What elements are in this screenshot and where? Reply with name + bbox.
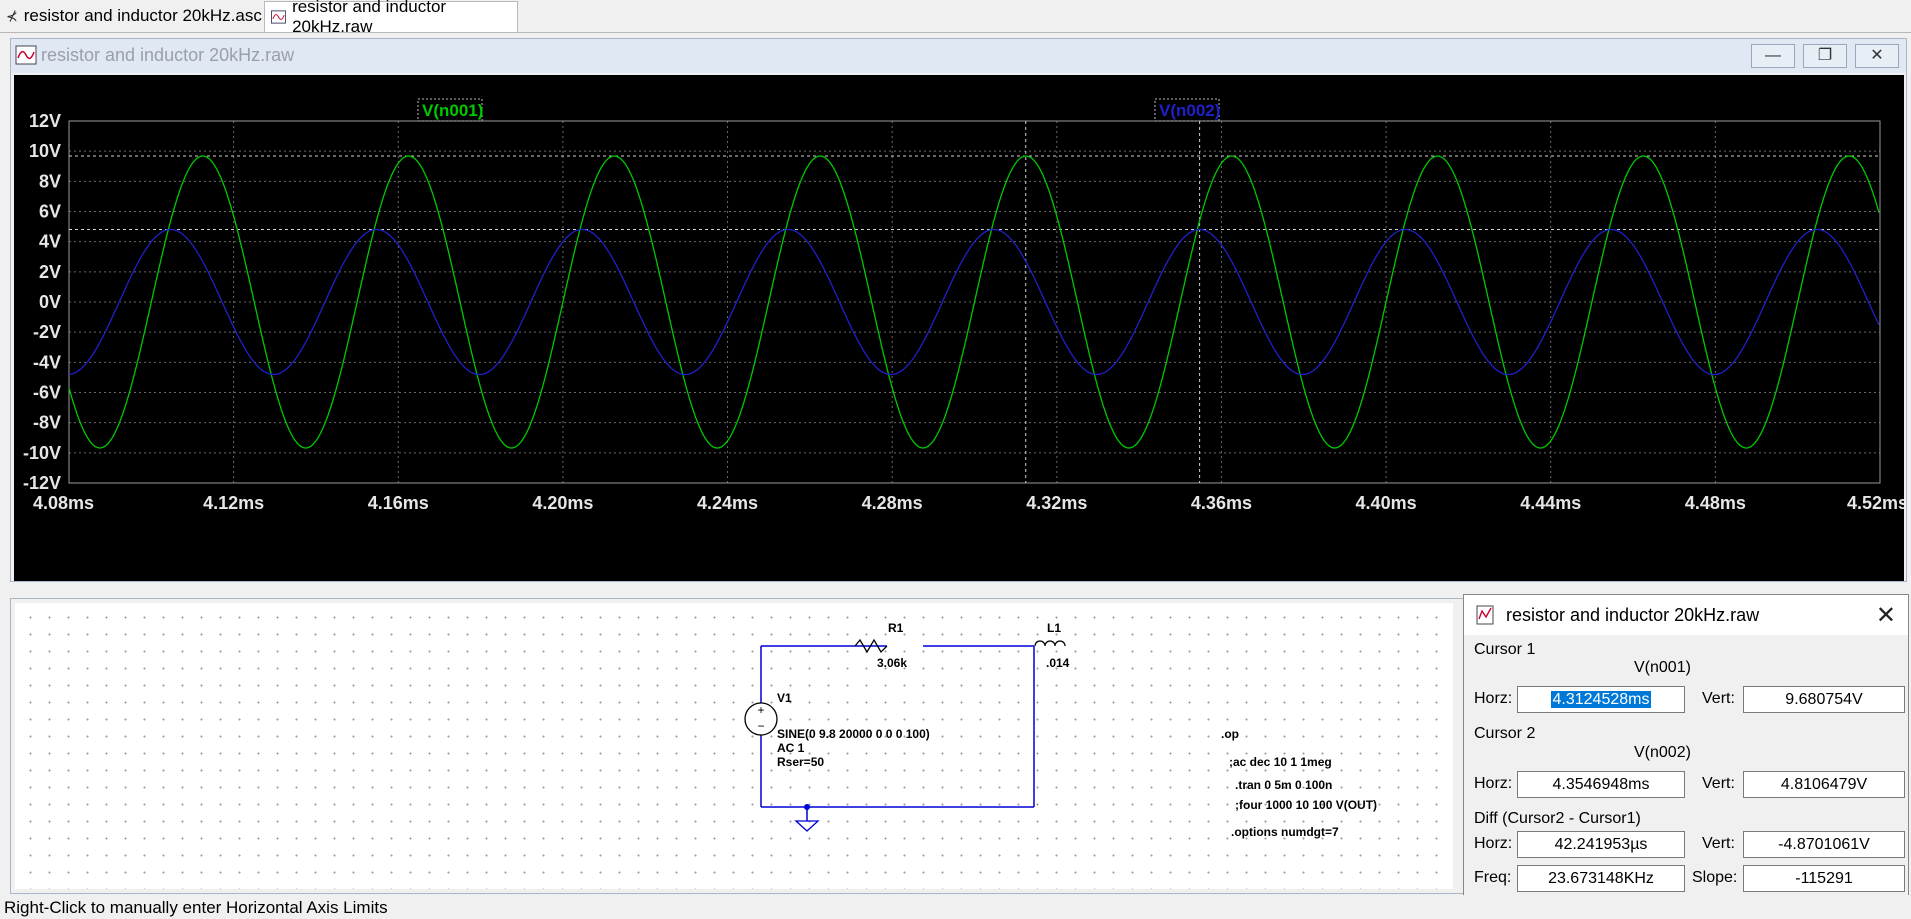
diff-freq-label: Freq: <box>1474 869 1512 886</box>
close-icon[interactable]: ✕ <box>1876 601 1896 630</box>
cursor2-trace: V(n002) <box>1634 744 1691 761</box>
svg-text:−: − <box>757 719 764 733</box>
x-tick-label: 4.24ms <box>697 493 758 513</box>
cursor-dialog-titlebar: resistor and inductor 20kHz.raw ✕ <box>1464 595 1908 635</box>
y-tick-label: -8V <box>33 413 61 433</box>
x-tick-label: 4.28ms <box>862 493 923 513</box>
y-tick-label: 4V <box>39 232 61 252</box>
legend-label-2: V(n002) <box>1159 101 1220 120</box>
cursor-dialog: resistor and inductor 20kHz.raw ✕ Cursor… <box>1463 594 1909 902</box>
cursor1-horz-field[interactable]: 4.3124528ms <box>1517 686 1685 713</box>
ground-symbol <box>794 820 820 832</box>
x-tick-label: 4.08ms <box>33 493 94 513</box>
waveform-window-icon <box>15 45 37 65</box>
cursor2-vert-label: Vert: <box>1702 775 1735 792</box>
directive-tran: .tran 0 5m 0 100n <box>1235 778 1333 792</box>
directive-ac: ;ac dec 10 1 1meg <box>1229 755 1332 769</box>
diff-header: Diff (Cursor2 - Cursor1) <box>1474 810 1641 827</box>
r1-value: 3.06k <box>877 656 908 670</box>
svg-text:+: + <box>757 703 764 717</box>
tab-schematic-label: resistor and inductor 20kHz.asc <box>23 6 262 25</box>
cursor1-header: Cursor 1 <box>1474 641 1536 658</box>
waveform-icon <box>271 10 287 24</box>
tab-waveform[interactable]: resistor and inductor 20kHz.raw <box>264 0 518 36</box>
voltage-source-symbol: + − <box>744 702 778 736</box>
tab-schematic[interactable]: ⊀ resistor and inductor 20kHz.asc <box>0 1 262 31</box>
y-tick-label: -2V <box>33 322 61 342</box>
close-button[interactable]: ✕ <box>1855 44 1899 68</box>
document-tab-bar: ⊀ resistor and inductor 20kHz.asc resist… <box>0 0 1911 36</box>
cursor1-horz-label: Horz: <box>1474 690 1513 707</box>
schematic-wires: + − <box>744 638 1066 832</box>
status-text: Right-Click to manually enter Horizontal… <box>4 898 388 917</box>
v1-rser: Rser=50 <box>777 755 825 769</box>
cursor2-vert-field[interactable]: 4.8106479V <box>1743 771 1905 798</box>
inductor-symbol <box>1034 640 1066 647</box>
schematic-icon: ⊀ <box>6 7 18 24</box>
diff-horz-label: Horz: <box>1474 835 1513 852</box>
status-bar: Right-Click to manually enter Horizontal… <box>0 895 1911 919</box>
x-tick-label: 4.16ms <box>368 493 429 513</box>
x-tick-label: 4.44ms <box>1520 493 1581 513</box>
r1-name: R1 <box>888 621 904 635</box>
waveform-window-titlebar: resistor and inductor 20kHz.raw — ❐ ✕ <box>11 39 1906 73</box>
y-tick-label: 8V <box>39 171 61 191</box>
diff-slope-field[interactable]: -115291 <box>1743 865 1905 892</box>
cursor-dialog-title: resistor and inductor 20kHz.raw <box>1506 605 1760 625</box>
l1-value: .014 <box>1046 656 1070 670</box>
x-tick-label: 4.40ms <box>1356 493 1417 513</box>
diff-freq-field[interactable]: 23.673148KHz <box>1517 865 1685 892</box>
diff-vert-field[interactable]: -4.8701061V <box>1743 831 1905 858</box>
x-tick-label: 4.20ms <box>532 493 593 513</box>
v1-name: V1 <box>777 691 792 705</box>
restore-button[interactable]: ❐ <box>1803 44 1847 68</box>
diff-vert-label: Vert: <box>1702 835 1735 852</box>
cursor2-horz-label: Horz: <box>1474 775 1513 792</box>
waveform-window: resistor and inductor 20kHz.raw — ❐ ✕ 12… <box>10 38 1907 582</box>
directive-options: .options numdgt=7 <box>1231 825 1339 839</box>
cursor2-header: Cursor 2 <box>1474 725 1536 742</box>
waveform-plot[interactable]: 12V 10V 8V 6V 4V 2V 0V -2V -4V -6V -8V -10V -12V4.08… <box>14 75 1904 581</box>
x-tick-label: 4.52ms <box>1847 493 1904 513</box>
y-tick-label: -4V <box>33 352 61 372</box>
v1-ac: AC 1 <box>777 741 805 755</box>
y-tick-label: 2V <box>39 262 61 282</box>
y-tick-label: 12V <box>29 111 61 131</box>
y-tick-label: 10V <box>29 141 61 161</box>
l1-name: L1 <box>1047 621 1062 635</box>
schematic-canvas[interactable]: + − R1 3.06k L1 .014 V1 SINE(0 9.8 20000… <box>15 603 1453 889</box>
cursor1-trace: V(n001) <box>1634 659 1691 676</box>
minimize-button[interactable]: — <box>1751 44 1795 68</box>
cursor1-horz-value: 4.3124528ms <box>1550 691 1652 708</box>
cursor1-vert-label: Vert: <box>1702 690 1735 707</box>
directive-four: ;four 1000 10 100 V(OUT) <box>1235 798 1378 812</box>
y-tick-label: -10V <box>23 443 61 463</box>
x-tick-label: 4.36ms <box>1191 493 1252 513</box>
y-tick-label: 0V <box>39 292 61 312</box>
tab-waveform-label: resistor and inductor 20kHz.raw <box>292 0 447 36</box>
x-tick-label: 4.12ms <box>203 493 264 513</box>
v1-waveform: SINE(0 9.8 20000 0 0 0 100) <box>777 727 930 741</box>
directive-op: .op <box>1221 727 1239 741</box>
y-tick-label: 6V <box>39 202 61 222</box>
cursor1-vert-field[interactable]: 9.680754V <box>1743 686 1905 713</box>
x-tick-label: 4.32ms <box>1026 493 1087 513</box>
diff-horz-field[interactable]: 42.241953µs <box>1517 831 1685 858</box>
legend-label-1: V(n001) <box>422 101 483 120</box>
cursor-dialog-icon <box>1476 605 1494 625</box>
diff-slope-label: Slope: <box>1692 869 1738 886</box>
y-tick-label: -12V <box>23 473 61 493</box>
waveform-window-title: resistor and inductor 20kHz.raw <box>41 45 295 65</box>
x-tick-label: 4.48ms <box>1685 493 1746 513</box>
cursor2-horz-field[interactable]: 4.3546948ms <box>1517 771 1685 798</box>
y-tick-label: -6V <box>33 383 61 403</box>
